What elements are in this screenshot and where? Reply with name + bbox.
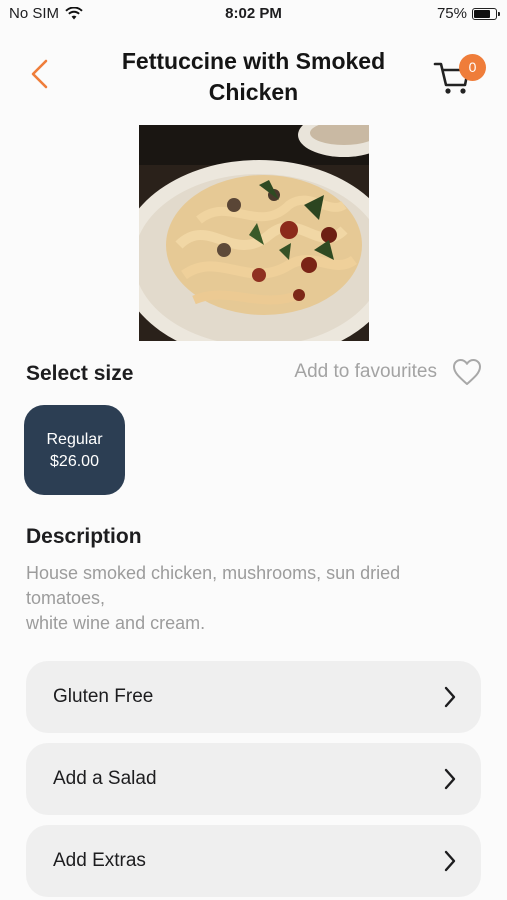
chevron-right-icon: [444, 686, 456, 708]
heart-icon: [453, 359, 481, 385]
status-time: 8:02 PM: [225, 5, 282, 22]
select-size-label: Select size: [26, 362, 134, 385]
add-to-favourites-button[interactable]: Add to favourites: [294, 357, 483, 387]
battery-icon: [472, 7, 500, 20]
option-add-extras[interactable]: Add Extras: [26, 825, 481, 897]
status-bar: No SIM 8:02 PM 75%: [0, 0, 507, 28]
battery-percent: 75%: [436, 5, 467, 22]
dish-image: [139, 125, 369, 341]
size-option-name: Regular: [46, 431, 103, 448]
favourites-label: Add to favourites: [294, 361, 437, 382]
description-text: House smoked chicken, mushrooms, sun dri…: [26, 563, 401, 633]
chevron-left-icon: [31, 59, 48, 89]
option-add-a-salad[interactable]: Add a Salad: [26, 743, 481, 815]
size-option-price: $26.00: [50, 453, 99, 470]
cart-count-badge: 0: [459, 54, 486, 81]
option-label: Add Extras: [53, 850, 146, 871]
status-right: 75%: [436, 5, 500, 22]
description-title: Description: [26, 525, 142, 548]
option-gluten-free[interactable]: Gluten Free: [26, 661, 481, 733]
size-option-regular[interactable]: Regular $26.00: [24, 405, 125, 495]
back-button[interactable]: [22, 54, 58, 94]
header: Fettuccine with Smoked Chicken 0: [0, 40, 507, 120]
option-label: Gluten Free: [53, 686, 154, 707]
cart-button[interactable]: 0: [432, 54, 488, 98]
option-label: Add a Salad: [53, 768, 157, 789]
page-title: Fettuccine with Smoked Chicken: [121, 48, 386, 105]
chevron-right-icon: [444, 768, 456, 790]
chevron-right-icon: [444, 850, 456, 872]
battery-fill: [474, 9, 490, 18]
